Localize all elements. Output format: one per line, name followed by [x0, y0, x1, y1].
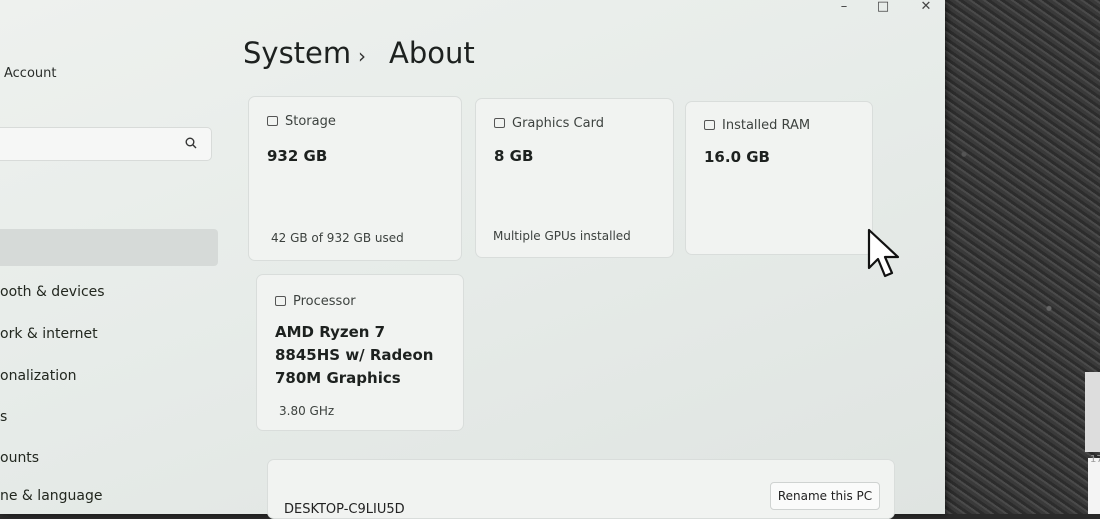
minimize-button[interactable]: –	[832, 0, 856, 16]
ram-title: Installed RAM	[722, 118, 811, 133]
search-icon[interactable]	[185, 137, 197, 149]
storage-value: 932 GB	[267, 147, 328, 165]
maximize-button[interactable]: □	[871, 0, 895, 16]
adjacent-window-text: 17	[1090, 454, 1100, 465]
graphics-card[interactable]: Graphics Card 8 GB Multiple GPUs install…	[475, 98, 674, 258]
cpu-icon	[275, 296, 286, 306]
sidebar-account-label[interactable]: Account	[4, 66, 57, 81]
mouse-cursor-icon	[867, 228, 900, 278]
sidebar-item-personalization[interactable]: onalization	[0, 368, 77, 384]
adjacent-window-edge	[1085, 372, 1100, 452]
storage-card[interactable]: Storage 932 GB 42 GB of 932 GB used	[248, 96, 462, 261]
graphics-value: 8 GB	[494, 147, 534, 165]
close-button[interactable]: ✕	[914, 0, 938, 16]
ram-value: 16.0 GB	[704, 148, 770, 166]
storage-title: Storage	[285, 114, 336, 129]
device-name: DESKTOP-C9LIU5D	[284, 502, 405, 517]
sidebar-item-apps[interactable]: s	[0, 409, 7, 425]
sidebar-item-network[interactable]: ork & internet	[0, 326, 98, 342]
rename-pc-button[interactable]: Rename this PC	[770, 482, 880, 510]
page-title: About	[389, 36, 475, 70]
graphics-header: Graphics Card	[494, 116, 604, 131]
processor-value: AMD Ryzen 7 8845HS w/ Radeon 780M Graphi…	[275, 323, 434, 387]
settings-search-box[interactable]	[0, 127, 212, 161]
desk-background	[930, 0, 1100, 514]
graphics-title: Graphics Card	[512, 116, 604, 131]
search-input[interactable]	[0, 128, 174, 160]
processor-card[interactable]: Processor AMD Ryzen 7 8845HS w/ Radeon 7…	[256, 274, 464, 431]
settings-window: – □ ✕ Account ooth & devices ork & inter…	[0, 0, 945, 519]
ram-header: Installed RAM	[704, 118, 810, 133]
breadcrumb-system[interactable]: System	[243, 36, 351, 70]
storage-icon	[267, 116, 278, 126]
sidebar-item-bluetooth[interactable]: ooth & devices	[0, 284, 105, 300]
sidebar-item-accounts[interactable]: ounts	[0, 450, 39, 466]
processor-title: Processor	[293, 294, 356, 309]
processor-header: Processor	[275, 294, 356, 309]
storage-header: Storage	[267, 114, 336, 129]
sidebar-item-time-language[interactable]: ne & language	[0, 488, 102, 504]
ram-icon	[704, 120, 715, 130]
graphics-detail: Multiple GPUs installed	[493, 229, 631, 243]
adjacent-window-edge-lower	[1088, 458, 1100, 514]
processor-speed: 3.80 GHz	[279, 404, 335, 418]
gpu-icon	[494, 118, 505, 128]
breadcrumb-separator-icon: ›	[358, 44, 366, 68]
sidebar-item-system-selected[interactable]	[0, 229, 218, 266]
ram-card[interactable]: Installed RAM 16.0 GB	[685, 101, 873, 255]
storage-detail: 42 GB of 932 GB used	[271, 231, 404, 245]
device-name-card: DESKTOP-C9LIU5D Rename this PC	[267, 459, 895, 519]
